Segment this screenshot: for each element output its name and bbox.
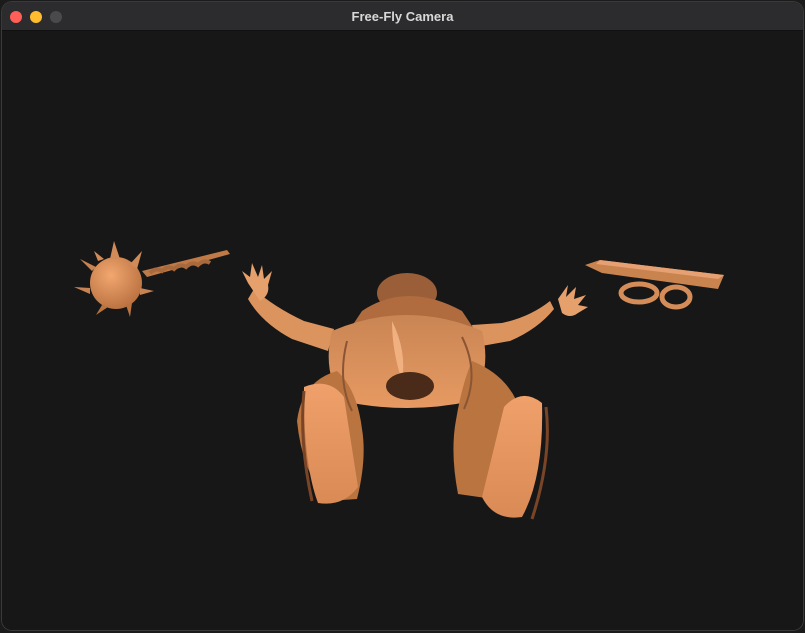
desktop: Free-Fly Camera bbox=[0, 0, 805, 633]
armored-figure bbox=[242, 263, 588, 520]
title-bar[interactable]: Free-Fly Camera bbox=[2, 2, 803, 31]
render-viewport[interactable] bbox=[2, 31, 803, 630]
window-title: Free-Fly Camera bbox=[351, 9, 454, 24]
scene-canvas bbox=[74, 241, 724, 520]
app-window: Free-Fly Camera bbox=[2, 2, 803, 630]
floating-platform bbox=[585, 260, 724, 310]
spiked-mace bbox=[74, 241, 230, 317]
